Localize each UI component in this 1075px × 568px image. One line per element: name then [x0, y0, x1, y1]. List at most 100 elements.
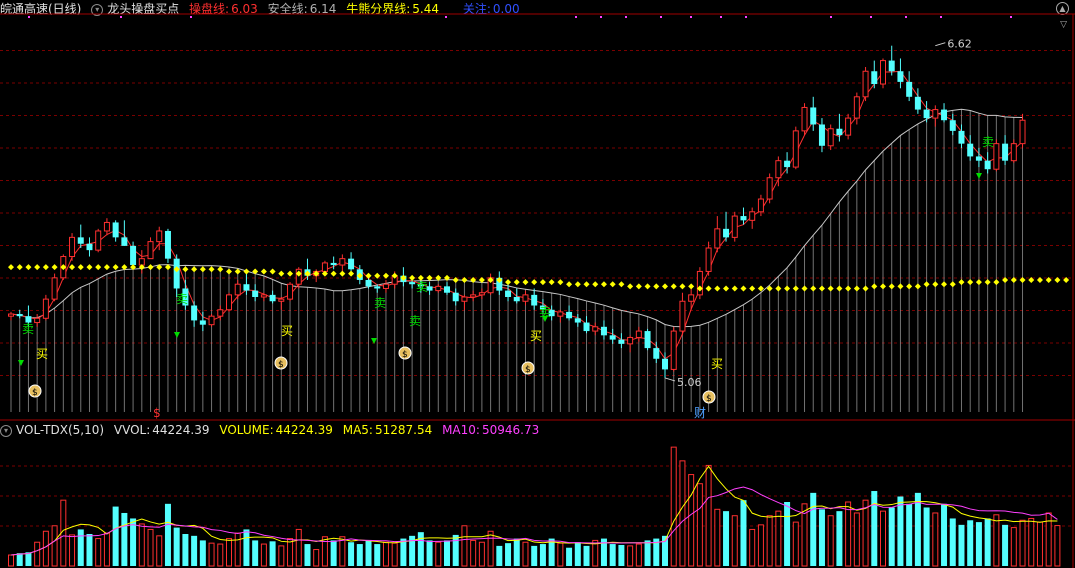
top-marker-dot: [690, 16, 692, 18]
candle-body: [897, 71, 904, 82]
bull-line-dot: [932, 281, 939, 288]
candle: [557, 309, 564, 323]
volume-bar: [269, 541, 276, 566]
candle: [487, 273, 494, 295]
candle: [348, 252, 355, 274]
bull-line-dot: [618, 281, 625, 288]
volume-bar: [792, 521, 799, 567]
candle: [836, 113, 843, 142]
bull-line-dot: [269, 268, 276, 275]
candle-body: [592, 326, 599, 332]
volume-bar: [723, 511, 730, 566]
volume-bar: [217, 543, 224, 567]
volume-bar: [461, 525, 468, 567]
bull-line-dot: [557, 279, 564, 286]
volume-bar: [705, 464, 712, 567]
candle: [69, 233, 76, 261]
top-marker-dot: [120, 16, 122, 18]
candle: [766, 173, 773, 204]
sell-signal: 卖: [982, 135, 994, 149]
volume-bar: [941, 503, 948, 566]
bull-line-dot: [880, 283, 886, 290]
candle: [618, 333, 625, 349]
candle-body: [941, 109, 948, 121]
candle: [51, 273, 58, 302]
candle-body: [348, 258, 355, 270]
candlestick-chart[interactable]: 6.625.06财$买买 买买卖卖 卖卖卖卖卖$$$$$: [0, 0, 1075, 568]
bull-line-dot: [923, 281, 930, 288]
candle-body: [949, 120, 956, 131]
high-price-label: 6.62: [947, 38, 972, 51]
candle: [906, 71, 913, 102]
candle: [688, 288, 695, 310]
cai-marker: 财: [694, 406, 706, 420]
bull-line-dot: [644, 283, 651, 290]
volume-bar: [757, 524, 764, 567]
candle-body: [444, 286, 450, 293]
candle-body: [600, 326, 607, 336]
candle-body: [1002, 143, 1009, 161]
candle: [103, 218, 110, 236]
candle-body: [757, 198, 764, 213]
candle-body: [967, 143, 974, 157]
candle-body: [801, 106, 808, 132]
volume-bar: [818, 509, 825, 566]
candle: [112, 220, 119, 242]
top-marker-dot: [720, 16, 722, 18]
candle-body: [723, 228, 730, 238]
candle: [8, 311, 14, 321]
volume-bar: [871, 491, 878, 566]
bull-line-dot: [862, 285, 869, 292]
candle-body: [505, 290, 512, 297]
candle: [853, 92, 860, 125]
candle-body: [888, 60, 895, 72]
volume-bar: [182, 534, 189, 566]
candle-body: [862, 70, 869, 98]
candle-body: [103, 221, 110, 232]
candle: [592, 322, 599, 336]
top-marker-dot: [575, 16, 577, 18]
bull-line-dot: [897, 283, 904, 290]
bull-line-dot: [147, 264, 154, 271]
volume-bar: [513, 538, 520, 566]
bull-line-dot: [531, 279, 538, 286]
candle-body: [77, 237, 84, 244]
candle: [260, 292, 267, 302]
volume-bar: [984, 518, 991, 566]
volume-bar: [191, 535, 198, 566]
candle: [731, 211, 738, 242]
candle: [609, 328, 616, 344]
candle: [191, 301, 198, 327]
candle: [583, 316, 590, 334]
volume-bar: [417, 532, 424, 566]
volume-bar: [845, 501, 852, 567]
top-marker-dot: [625, 16, 627, 18]
sell-signal: 卖: [416, 280, 428, 294]
candle-body: [287, 283, 294, 300]
volume-bar: [1028, 517, 1035, 567]
bull-line-dot: [566, 281, 573, 288]
bull-line-dot: [112, 264, 119, 271]
candle-body: [452, 292, 459, 302]
candle: [880, 58, 886, 89]
candle: [1010, 139, 1017, 163]
top-marker-dot: [940, 16, 942, 18]
candle: [513, 288, 520, 304]
volume-bar: [444, 540, 450, 566]
candle-body: [574, 318, 581, 323]
candle-body: [975, 156, 982, 161]
candle-body: [749, 211, 756, 221]
candle: [34, 314, 41, 327]
candle-body: [208, 315, 215, 326]
bull-line-dot: [914, 283, 921, 290]
volume-bar: [949, 518, 956, 566]
candle: [635, 326, 642, 342]
candle: [914, 88, 921, 114]
bull-line-dot: [25, 264, 32, 271]
volume-bar: [688, 474, 695, 567]
buy-signal: 买: [36, 347, 48, 361]
candle: [714, 216, 721, 253]
bull-line-dot: [583, 281, 590, 288]
volume-bar: [121, 512, 128, 566]
candle-body: [1010, 143, 1017, 162]
